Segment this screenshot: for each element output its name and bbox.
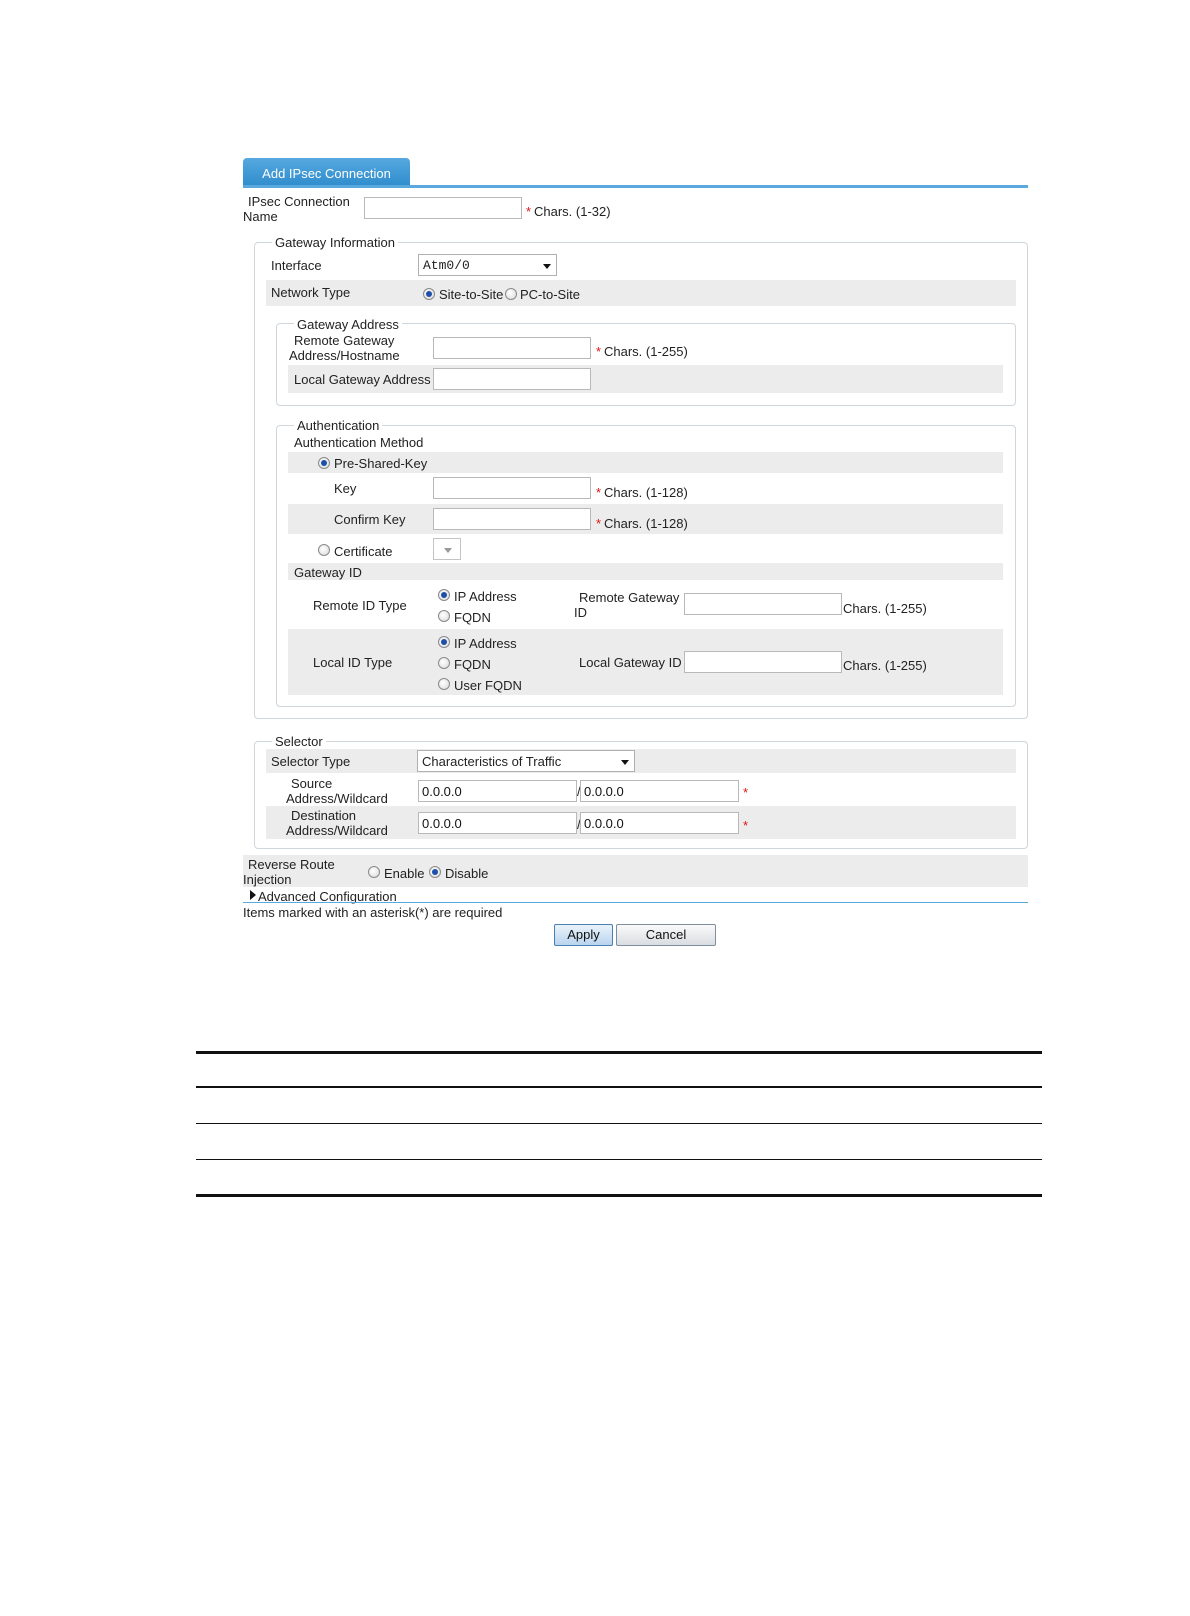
destination-label-line1: Destination: [291, 808, 357, 823]
gateway-id-row: [288, 563, 1003, 580]
remote-gateway-hint: Chars. (1-255): [604, 344, 688, 359]
connection-name-label-line2: Name: [243, 209, 278, 224]
local-gateway-id-hint: Chars. (1-255): [843, 658, 927, 673]
rri-label-line2: Injection: [243, 872, 292, 887]
cancel-button[interactable]: Cancel: [616, 924, 716, 946]
local-fqdn-label: FQDN: [454, 657, 491, 672]
selector-type-select[interactable]: Characteristics of Traffic: [417, 750, 635, 772]
table-rule: [196, 1159, 1042, 1160]
pre-shared-key-label: Pre-Shared-Key: [334, 456, 428, 471]
connection-name-input[interactable]: [364, 197, 522, 219]
remote-fqdn-label: FQDN: [454, 610, 491, 625]
local-gateway-address-input[interactable]: [433, 368, 591, 390]
radio-pc-to-site[interactable]: [505, 288, 517, 300]
certificate-select[interactable]: [433, 538, 461, 560]
divider: [243, 902, 1028, 903]
remote-gateway-id-input[interactable]: [684, 593, 842, 615]
destination-address-input[interactable]: 0.0.0.0: [418, 812, 577, 834]
apply-button[interactable]: Apply: [554, 924, 613, 946]
selector-legend: Selector: [272, 734, 326, 749]
chevron-down-icon: [543, 264, 551, 269]
table-rule: [196, 1086, 1042, 1088]
remote-gateway-id-label-line2: ID: [574, 605, 587, 620]
reverse-route-injection-row: [243, 855, 1028, 887]
required-star: *: [743, 785, 749, 800]
confirm-key-label: Confirm Key: [334, 512, 406, 527]
source-label-line2: Address/Wildcard: [286, 791, 388, 806]
local-id-type-label: Local ID Type: [313, 655, 393, 670]
required-star: *: [526, 204, 532, 219]
site-to-site-label: Site-to-Site: [439, 287, 504, 302]
remote-gateway-label-line1: Remote Gateway: [294, 333, 395, 348]
authentication-method-label: Authentication Method: [294, 435, 424, 450]
table-rule-bottom: [196, 1194, 1042, 1197]
chevron-down-icon: [444, 548, 452, 553]
network-type-row: [266, 280, 1016, 306]
remote-gateway-address-input[interactable]: [433, 337, 591, 359]
remote-ip-address-label: IP Address: [454, 589, 517, 604]
local-gateway-address-label: Local Gateway Address: [294, 372, 431, 387]
local-user-fqdn-label: User FQDN: [454, 678, 522, 693]
connection-name-label-line1: IPsec Connection: [248, 194, 350, 209]
remote-gateway-id-hint: Chars. (1-255): [843, 601, 927, 616]
radio-local-user-fqdn[interactable]: [438, 678, 450, 690]
rri-label-line1: Reverse Route: [248, 857, 335, 872]
required-note: Items marked with an asterisk(*) are req…: [243, 905, 503, 920]
key-input[interactable]: [433, 477, 591, 499]
remote-id-type-label: Remote ID Type: [313, 598, 407, 613]
interface-label: Interface: [271, 258, 322, 273]
radio-rri-disable[interactable]: [429, 866, 441, 878]
radio-pre-shared-key[interactable]: [318, 457, 330, 469]
confirm-key-input[interactable]: [433, 508, 591, 530]
rri-enable-label: Enable: [384, 866, 425, 881]
network-type-label: Network Type: [271, 285, 351, 300]
rri-disable-label: Disable: [445, 866, 489, 881]
caret-right-icon[interactable]: [250, 890, 256, 900]
tab-underline: [243, 185, 1028, 188]
radio-rri-enable[interactable]: [368, 866, 380, 878]
required-star: *: [596, 344, 602, 359]
radio-site-to-site[interactable]: [423, 288, 435, 300]
local-gateway-id-input[interactable]: [684, 651, 842, 673]
radio-local-fqdn[interactable]: [438, 657, 450, 669]
key-hint: Chars. (1-128): [604, 485, 688, 500]
radio-certificate[interactable]: [318, 544, 330, 556]
source-address-input[interactable]: 0.0.0.0: [418, 780, 577, 802]
interface-select[interactable]: Atm0/0: [418, 254, 557, 276]
required-star: *: [743, 818, 749, 833]
authentication-legend: Authentication: [294, 418, 383, 433]
confirm-key-hint: Chars. (1-128): [604, 516, 688, 531]
connection-name-hint: Chars. (1-32): [534, 204, 611, 219]
remote-gateway-label-line2: Address/Hostname: [289, 348, 400, 363]
tab-add-ipsec-connection[interactable]: Add IPsec Connection: [243, 158, 410, 187]
remote-gateway-id-label-line1: Remote Gateway: [579, 590, 680, 605]
gateway-address-legend: Gateway Address: [294, 317, 402, 332]
destination-wildcard-input[interactable]: 0.0.0.0: [580, 812, 739, 834]
gateway-information-legend: Gateway Information: [272, 235, 398, 250]
local-ip-address-label: IP Address: [454, 636, 517, 651]
certificate-label: Certificate: [334, 544, 393, 559]
radio-remote-fqdn[interactable]: [438, 610, 450, 622]
table-rule-top: [196, 1051, 1042, 1054]
source-wildcard-input[interactable]: 0.0.0.0: [580, 780, 739, 802]
destination-label-line2: Address/Wildcard: [286, 823, 388, 838]
required-star: *: [596, 485, 602, 500]
pc-to-site-label: PC-to-Site: [520, 287, 580, 302]
radio-remote-ip-address[interactable]: [438, 589, 450, 601]
local-gateway-id-label: Local Gateway ID: [579, 655, 682, 670]
table-rule: [196, 1123, 1042, 1124]
radio-local-ip-address[interactable]: [438, 636, 450, 648]
key-label: Key: [334, 481, 357, 496]
gateway-id-label: Gateway ID: [294, 565, 362, 580]
chevron-down-icon: [621, 760, 629, 765]
selector-type-label: Selector Type: [271, 754, 351, 769]
required-star: *: [596, 516, 602, 531]
source-label-line1: Source: [291, 776, 333, 791]
selector-type-row: [266, 749, 1016, 773]
